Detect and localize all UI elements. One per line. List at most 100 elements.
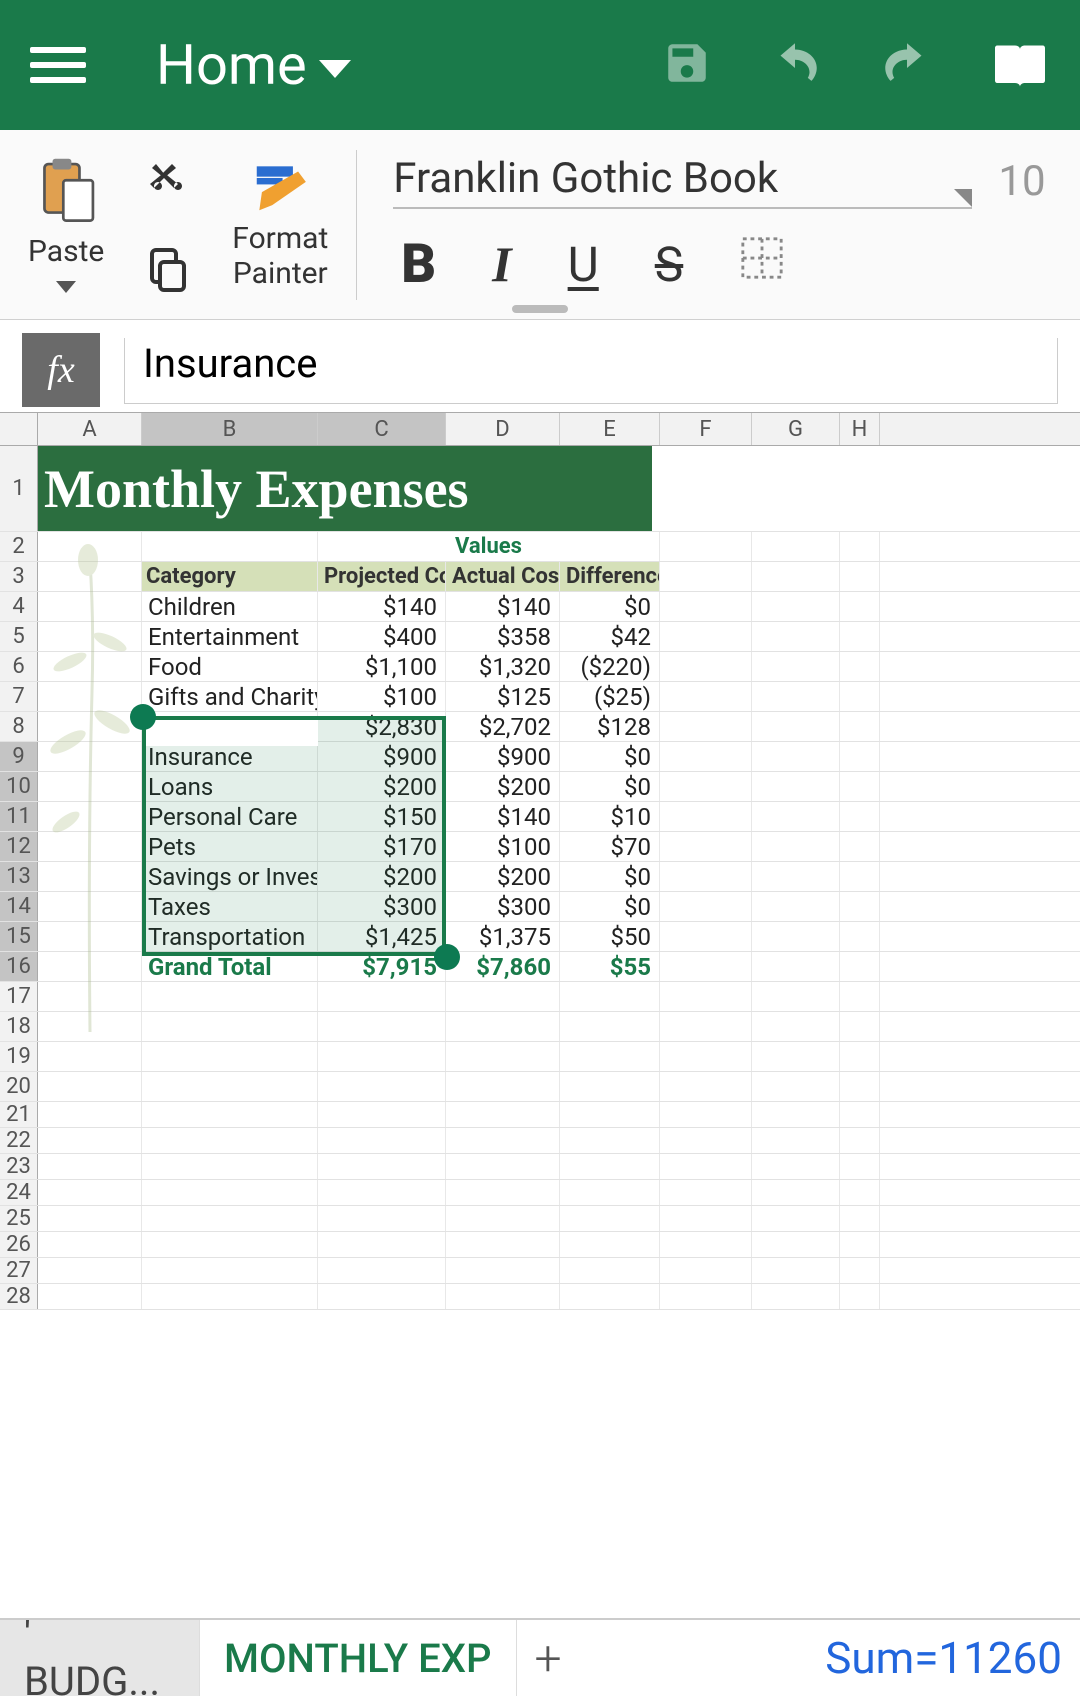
cell-actual[interactable]: $100 — [446, 832, 560, 861]
bold-button[interactable]: B — [401, 233, 436, 296]
cell-projected[interactable]: $300 — [318, 892, 446, 921]
cell-projected[interactable]: $900 — [318, 742, 446, 771]
row-header[interactable]: 1 — [0, 446, 38, 531]
row-header[interactable]: 18 — [0, 1012, 38, 1041]
col-header-D[interactable]: D — [446, 413, 560, 445]
cell-projected[interactable]: $2,830 — [318, 712, 446, 741]
cell-difference[interactable]: $0 — [560, 892, 660, 921]
formula-input[interactable]: Insurance — [124, 338, 1058, 404]
row-header[interactable]: 26 — [0, 1232, 38, 1257]
cell-projected[interactable]: $150 — [318, 802, 446, 831]
cell-difference[interactable]: $0 — [560, 862, 660, 891]
row-header[interactable]: 11 — [0, 802, 38, 831]
paste-button[interactable]: Paste — [28, 156, 104, 293]
border-button[interactable] — [739, 235, 785, 293]
cell-actual[interactable]: $900 — [446, 742, 560, 771]
cell-category[interactable]: Housing — [142, 712, 318, 741]
font-name-dropdown[interactable]: Franklin Gothic Book — [393, 154, 972, 209]
redo-icon[interactable] — [878, 41, 936, 89]
col-header-C[interactable]: C — [318, 413, 446, 445]
cell-difference[interactable]: $0 — [560, 772, 660, 801]
col-header-G[interactable]: G — [752, 413, 840, 445]
cell-actual[interactable]: $200 — [446, 862, 560, 891]
menu-icon[interactable] — [30, 41, 86, 89]
row-header[interactable]: 4 — [0, 592, 38, 621]
cell-category[interactable]: Loans — [142, 772, 318, 801]
cell-category[interactable]: Pets — [142, 832, 318, 861]
col-header-B[interactable]: B — [142, 413, 318, 445]
select-all-corner[interactable] — [0, 413, 38, 445]
row-header[interactable]: 20 — [0, 1072, 38, 1101]
sheet-tab-monthly[interactable]: MONTHLY EXP — [200, 1620, 517, 1696]
cell-category[interactable]: Transportation — [142, 922, 318, 951]
row-header[interactable]: 15 — [0, 922, 38, 951]
sheet-tab-budget[interactable]: ' BUDG... — [0, 1620, 200, 1696]
cell-category[interactable]: Gifts and Charity — [142, 682, 318, 711]
cell-category[interactable]: Savings or Investments — [142, 862, 318, 891]
cell-projected[interactable]: $140 — [318, 592, 446, 621]
title-cell[interactable]: Monthly Expenses — [38, 446, 652, 531]
cell-difference[interactable]: $50 — [560, 922, 660, 951]
col-header-E[interactable]: E — [560, 413, 660, 445]
add-sheet-button[interactable]: + — [517, 1630, 580, 1687]
row-header[interactable]: 12 — [0, 832, 38, 861]
row-header[interactable]: 6 — [0, 652, 38, 681]
cell-projected[interactable]: $1,425 — [318, 922, 446, 951]
selection-handle-bottom[interactable] — [434, 944, 460, 970]
row-header[interactable]: 9 — [0, 742, 38, 771]
cell-category[interactable]: Insurance — [142, 742, 318, 771]
col-header-A[interactable]: A — [38, 413, 142, 445]
grand-total-act[interactable]: $7,860 — [446, 952, 560, 981]
strikethrough-button[interactable]: S — [655, 236, 684, 293]
cell-difference[interactable]: $0 — [560, 592, 660, 621]
cell-category[interactable]: Children — [142, 592, 318, 621]
cell-actual[interactable]: $140 — [446, 592, 560, 621]
col-header-H[interactable]: H — [840, 413, 880, 445]
cell-actual[interactable]: $358 — [446, 622, 560, 651]
cell-projected[interactable]: $1,100 — [318, 652, 446, 681]
drag-handle[interactable] — [512, 305, 568, 313]
grand-total-diff[interactable]: $55 — [560, 952, 660, 981]
save-icon[interactable] — [662, 38, 712, 92]
cell-difference[interactable]: ($220) — [560, 652, 660, 681]
row-header[interactable]: 17 — [0, 982, 38, 1011]
ribbon-tab-home[interactable]: Home — [156, 32, 351, 98]
cell-actual[interactable]: $200 — [446, 772, 560, 801]
row-header[interactable]: 5 — [0, 622, 38, 651]
row-header[interactable]: 27 — [0, 1258, 38, 1283]
cell-actual[interactable]: $1,320 — [446, 652, 560, 681]
cell-difference[interactable]: $0 — [560, 742, 660, 771]
cell-projected[interactable]: $100 — [318, 682, 446, 711]
cell-category[interactable]: Entertainment — [142, 622, 318, 651]
reading-mode-icon[interactable] — [990, 37, 1050, 93]
cell-difference[interactable]: $128 — [560, 712, 660, 741]
cell-category[interactable]: Personal Care — [142, 802, 318, 831]
cell-projected[interactable]: $170 — [318, 832, 446, 861]
header-projected[interactable]: Projected Cost — [318, 562, 446, 591]
row-header[interactable]: 21 — [0, 1102, 38, 1127]
col-header-F[interactable]: F — [660, 413, 752, 445]
row-header[interactable]: 19 — [0, 1042, 38, 1071]
header-actual[interactable]: Actual Cost — [446, 562, 560, 591]
cell-actual[interactable]: $140 — [446, 802, 560, 831]
row-header[interactable]: 3 — [0, 562, 38, 591]
cell-difference[interactable]: $70 — [560, 832, 660, 861]
row-header[interactable]: 28 — [0, 1284, 38, 1309]
cell-category[interactable]: Taxes — [142, 892, 318, 921]
header-difference[interactable]: Difference — [560, 562, 660, 591]
row-header[interactable]: 24 — [0, 1180, 38, 1205]
cell-projected[interactable]: $200 — [318, 772, 446, 801]
format-painter-button[interactable]: Format Painter — [232, 158, 328, 291]
italic-button[interactable]: I — [492, 235, 511, 293]
row-header[interactable]: 22 — [0, 1128, 38, 1153]
cell-actual[interactable]: $125 — [446, 682, 560, 711]
row-header[interactable]: 13 — [0, 862, 38, 891]
row-header[interactable]: 8 — [0, 712, 38, 741]
cell-actual[interactable]: $300 — [446, 892, 560, 921]
row-header[interactable]: 14 — [0, 892, 38, 921]
grand-total-label[interactable]: Grand Total — [142, 952, 318, 981]
values-header[interactable]: Values — [318, 532, 660, 561]
copy-icon[interactable] — [144, 246, 192, 298]
selection-handle-top[interactable] — [130, 704, 156, 730]
header-category[interactable]: Category — [142, 562, 318, 591]
